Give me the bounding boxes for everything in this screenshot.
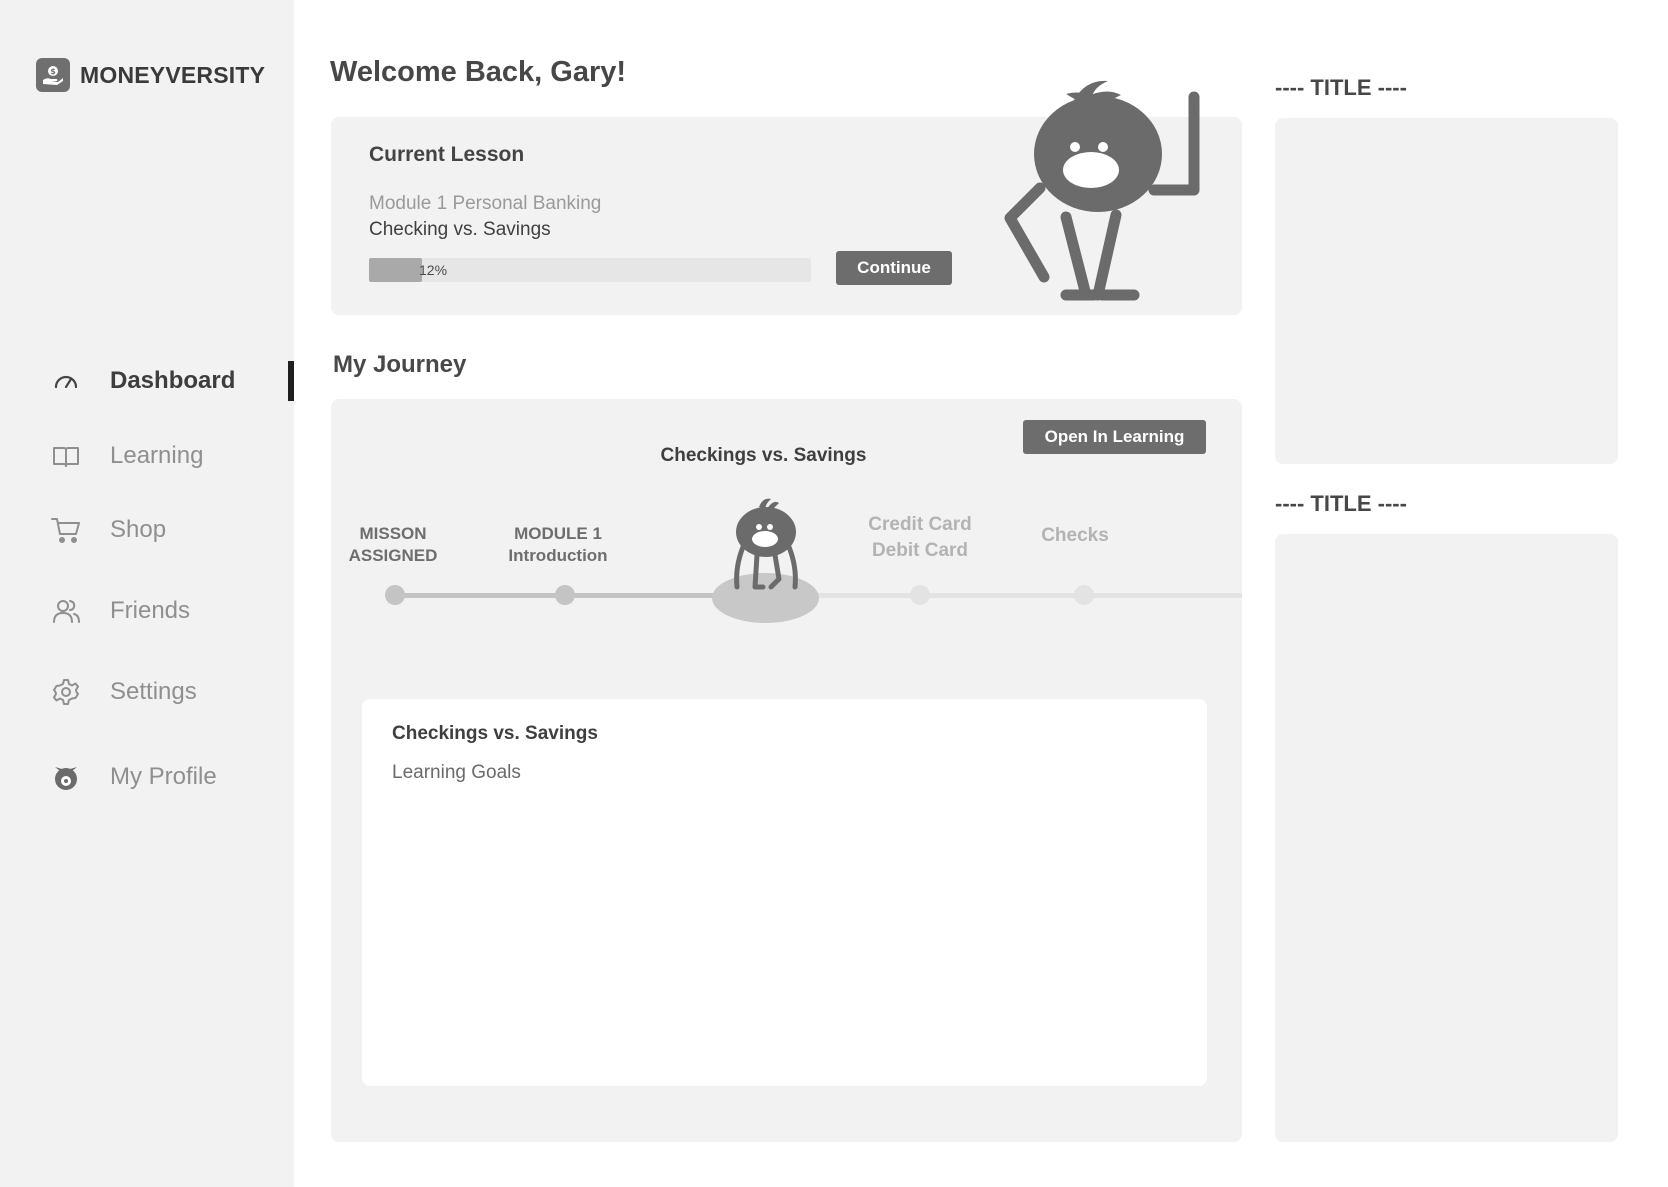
side-panel-top xyxy=(1275,118,1618,464)
gear-icon xyxy=(50,676,82,708)
book-icon xyxy=(50,440,82,472)
milestone-module-1[interactable]: MODULE 1 Introduction xyxy=(478,523,638,567)
side-panel-bottom xyxy=(1275,534,1618,1142)
brand-name: MONEYVERSITY xyxy=(80,61,266,88)
lesson-progress-bar: 12% xyxy=(369,258,811,282)
my-journey-heading: My Journey xyxy=(333,351,467,378)
active-indicator xyxy=(288,361,294,401)
milestone-label-line: Checks xyxy=(1041,525,1109,546)
side-panel-title: ---- TITLE ---- xyxy=(1275,75,1407,100)
cart-icon xyxy=(50,514,82,546)
lesson-title: Checking vs. Savings xyxy=(369,219,551,240)
timeline-dot-module-1[interactable] xyxy=(555,585,575,605)
side-panel-title: ---- TITLE ---- xyxy=(1275,491,1407,516)
mascot-waving-illustration xyxy=(1004,80,1200,301)
journey-card: Open In Learning Checkings vs. Savings M… xyxy=(331,399,1242,1142)
sidebar-item-label: Learning xyxy=(110,442,204,469)
gauge-icon xyxy=(50,365,82,397)
moneyversity-logo-icon: $ xyxy=(36,58,70,92)
milestone-label-line: Introduction xyxy=(508,546,608,565)
sidebar: $ MONEYVERSITY Dashboard Learning Shop F… xyxy=(0,0,294,1187)
sidebar-item-label: Settings xyxy=(110,678,197,705)
learning-goals-label: Learning Goals xyxy=(392,762,521,783)
progress-fill xyxy=(369,258,423,282)
app-root: $ MONEYVERSITY Dashboard Learning Shop F… xyxy=(0,0,1668,1187)
sidebar-item-settings[interactable]: Settings xyxy=(0,667,294,717)
detail-title: Checkings vs. Savings xyxy=(392,723,598,744)
lesson-module-name: Module 1 Personal Banking xyxy=(369,193,602,214)
mascot-face-icon xyxy=(50,761,82,793)
timeline-dot-credit-card[interactable] xyxy=(910,585,930,605)
current-milestone-title: Checkings vs. Savings xyxy=(660,445,867,466)
svg-text:$: $ xyxy=(50,67,56,76)
milestone-label-line: ASSIGNED xyxy=(348,546,438,565)
progress-label: 12% xyxy=(419,262,448,278)
sidebar-item-shop[interactable]: Shop xyxy=(0,505,294,555)
timeline-dot-checks[interactable] xyxy=(1074,585,1094,605)
sidebar-item-label: Dashboard xyxy=(110,367,236,394)
mascot-current-position-icon xyxy=(734,498,798,590)
milestone-mission-assigned[interactable]: MISSON ASSIGNED xyxy=(333,523,453,567)
timeline-dot-mission[interactable] xyxy=(385,585,405,605)
milestone-label-line: MISSON xyxy=(359,524,427,543)
continue-button[interactable]: Continue xyxy=(836,251,952,285)
brand[interactable]: $ MONEYVERSITY xyxy=(36,58,265,92)
milestone-credit-debit-card[interactable]: Credit Card Debit Card xyxy=(840,512,1000,564)
sidebar-item-friends[interactable]: Friends xyxy=(0,586,294,636)
sidebar-item-label: Friends xyxy=(110,597,191,624)
sidebar-item-my-profile[interactable]: My Profile xyxy=(0,752,294,802)
milestone-label-line: MODULE 1 xyxy=(514,524,602,543)
milestone-label-line: Credit Card xyxy=(868,514,972,535)
current-lesson-card: Current Lesson Module 1 Personal Banking… xyxy=(331,80,1242,315)
milestone-label-line: Debit Card xyxy=(871,540,969,561)
lesson-detail-card: Checkings vs. Savings Learning Goals xyxy=(362,699,1207,1086)
users-icon xyxy=(50,595,82,627)
sidebar-item-label: My Profile xyxy=(110,763,217,790)
sidebar-item-learning[interactable]: Learning xyxy=(0,431,294,481)
milestone-checks[interactable]: Checks xyxy=(1015,523,1135,549)
sidebar-item-dashboard[interactable]: Dashboard xyxy=(0,356,294,406)
welcome-heading: Welcome Back, Gary! xyxy=(330,56,627,88)
sidebar-item-label: Shop xyxy=(110,516,167,543)
current-lesson-heading: Current Lesson xyxy=(369,143,525,166)
